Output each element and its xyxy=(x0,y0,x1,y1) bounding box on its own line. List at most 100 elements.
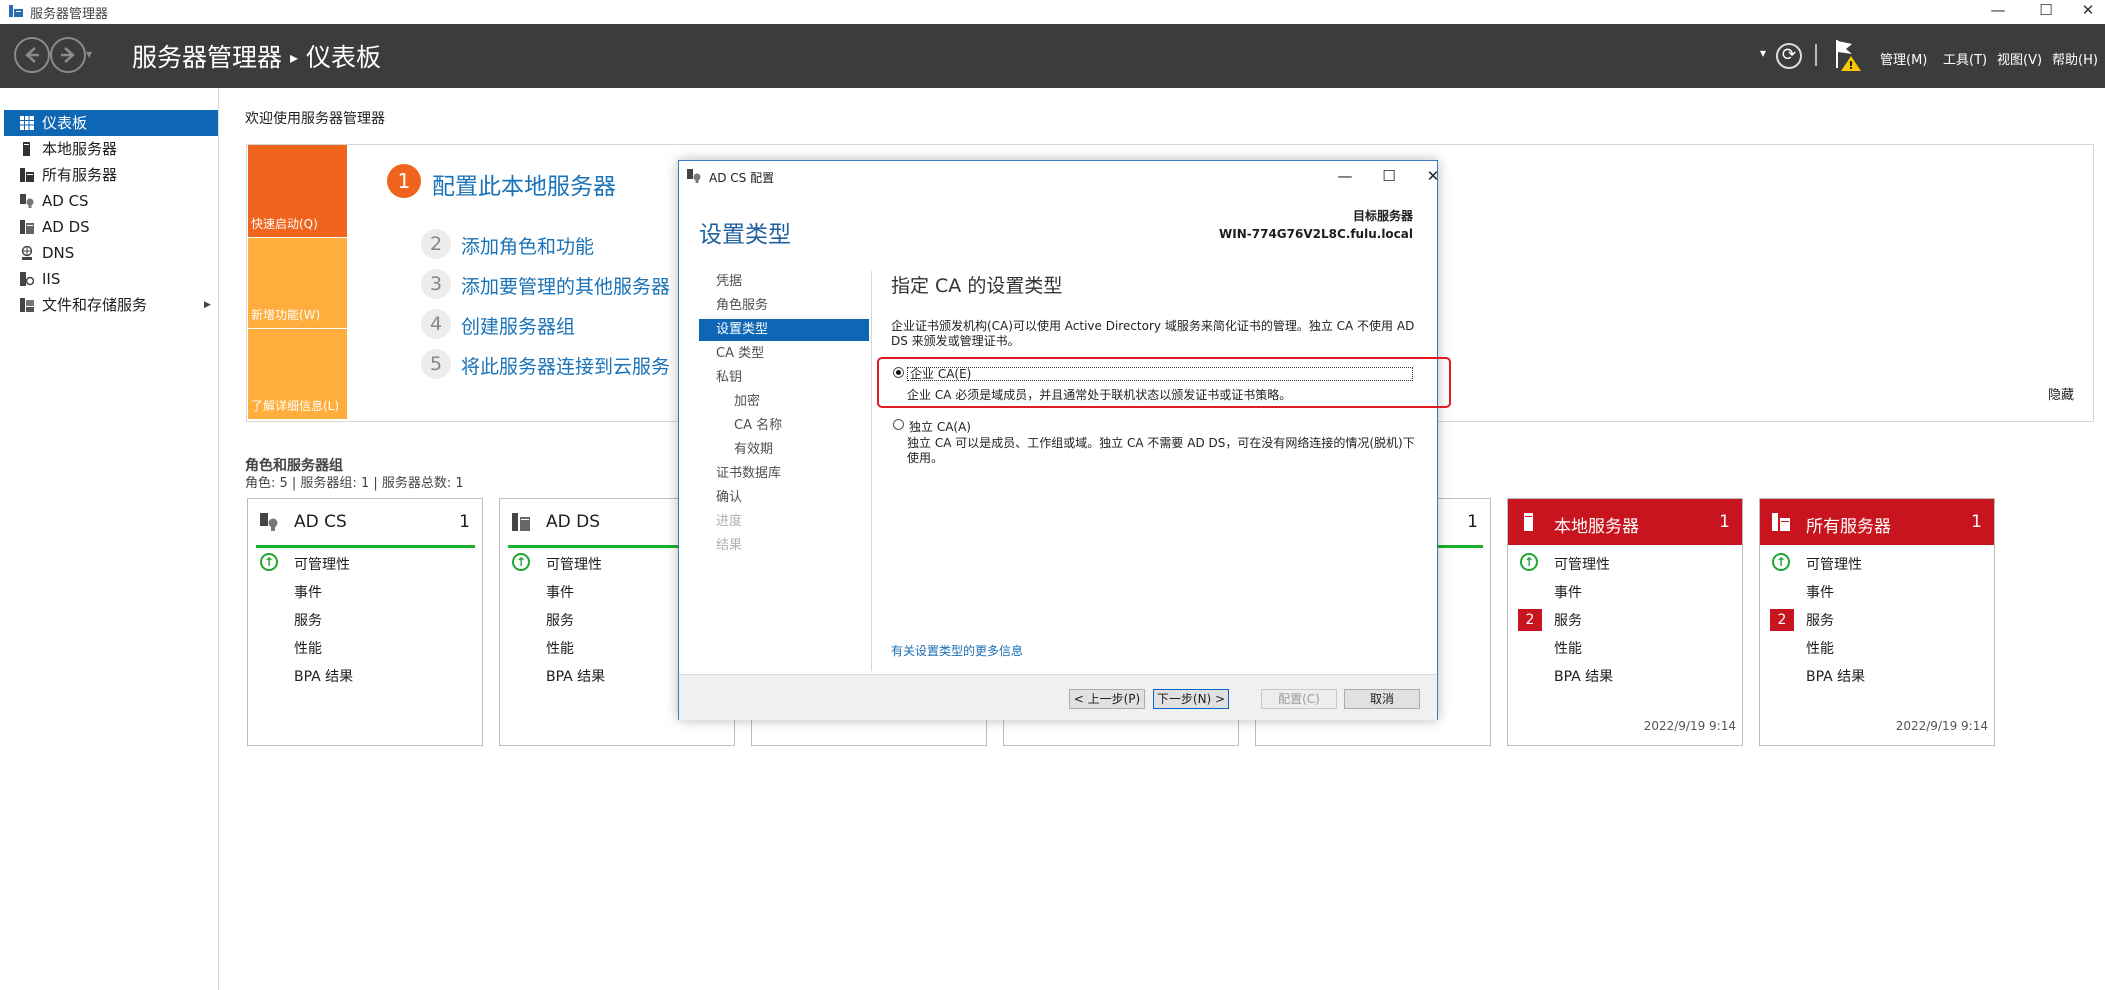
back-button[interactable] xyxy=(14,37,50,73)
row-manageability[interactable]: 可管理性 xyxy=(1806,554,1862,574)
dialog-minimize-button[interactable]: — xyxy=(1325,163,1365,189)
sidebar-item-label: AD CS xyxy=(42,192,89,210)
storage-icon xyxy=(20,298,34,312)
iis-icon xyxy=(20,272,34,286)
more-info-link[interactable]: 有关设置类型的更多信息 xyxy=(891,642,1023,659)
nav-validity-period[interactable]: 有效期 xyxy=(734,439,773,461)
maximize-button[interactable]: ☐ xyxy=(2024,0,2068,22)
section-description: 企业证书颁发机构(CA)可以使用 Active Directory 域服务来简化… xyxy=(891,319,1415,348)
forward-button[interactable] xyxy=(50,37,86,73)
card-adcs[interactable]: AD CS 1 ↑ 可管理性 事件 服务 性能 BPA 结果 xyxy=(247,498,483,746)
nav-private-key[interactable]: 私钥 xyxy=(716,367,742,389)
adds-icon xyxy=(20,220,34,234)
nav-certificate-database[interactable]: 证书数据库 xyxy=(716,463,781,485)
row-events[interactable]: 事件 xyxy=(1554,582,1582,602)
menu-help[interactable]: 帮助(H) xyxy=(2052,49,2098,68)
step-connect-cloud-link[interactable]: 将此服务器连接到云服务 xyxy=(461,352,670,379)
dialog-close-button[interactable]: ✕ xyxy=(1413,163,1453,189)
refresh-button[interactable]: ⟳ xyxy=(1776,43,1802,69)
card-header[interactable]: 所有服务器 1 xyxy=(1760,499,1994,545)
previous-button[interactable]: < 上一步(P) xyxy=(1069,689,1145,709)
dialog-maximize-button[interactable]: ☐ xyxy=(1369,163,1409,189)
sidebar-item-dns[interactable]: DNS xyxy=(4,240,218,266)
nav-role-services[interactable]: 角色服务 xyxy=(716,295,768,317)
row-bpa-results[interactable]: BPA 结果 xyxy=(1806,666,1865,686)
card-title: 本地服务器 xyxy=(1554,517,1639,537)
next-button[interactable]: 下一步(N) > xyxy=(1153,689,1229,709)
card-timestamp: 2022/9/19 9:14 xyxy=(1643,719,1736,733)
alert-count-badge: 2 xyxy=(1518,609,1542,631)
back-arrow-icon xyxy=(25,47,39,63)
step-add-servers-link[interactable]: 添加要管理的其他服务器 xyxy=(461,272,670,299)
status-ok-bar xyxy=(256,545,475,548)
step-configure-local-server-link[interactable]: 配置此本地服务器 xyxy=(432,167,616,201)
row-bpa-results[interactable]: BPA 结果 xyxy=(1554,666,1613,686)
row-manageability[interactable]: 可管理性 xyxy=(1554,554,1610,574)
notifications-flag-button[interactable] xyxy=(1834,38,1864,72)
radio-standalone-ca[interactable] xyxy=(893,419,904,430)
menu-manage[interactable]: 管理(M) xyxy=(1880,49,1927,68)
row-performance[interactable]: 性能 xyxy=(546,638,574,658)
card-header[interactable]: AD CS 1 xyxy=(248,499,482,545)
menu-tools[interactable]: 工具(T) xyxy=(1943,49,1987,68)
nav-ca-type[interactable]: CA 类型 xyxy=(716,343,764,365)
tile-whats-new-label: 新增功能(W) xyxy=(251,308,321,322)
menu-view[interactable]: 视图(V) xyxy=(1997,49,2042,68)
row-bpa-results[interactable]: BPA 结果 xyxy=(546,666,605,686)
tile-learn-more[interactable]: 了解详细信息(L) xyxy=(248,329,347,419)
nav-divider xyxy=(871,271,872,671)
card-count: 1 xyxy=(1719,512,1730,532)
card-count: 1 xyxy=(1467,512,1478,532)
row-manageability[interactable]: 可管理性 xyxy=(294,554,350,574)
step-add-roles-link[interactable]: 添加角色和功能 xyxy=(461,232,594,259)
card-header[interactable]: 本地服务器 1 xyxy=(1508,499,1742,545)
servers-icon xyxy=(20,168,34,182)
row-performance[interactable]: 性能 xyxy=(1554,638,1582,658)
hide-link[interactable]: 隐藏 xyxy=(2048,384,2074,403)
server-icon xyxy=(23,142,30,156)
sidebar-item-adcs[interactable]: AD CS xyxy=(4,188,218,214)
target-server-value: WIN-774G76V2L8C.fulu.local xyxy=(1219,227,1413,241)
row-events[interactable]: 事件 xyxy=(1806,582,1834,602)
row-services[interactable]: 服务 xyxy=(1554,610,1582,630)
nav-confirmation[interactable]: 确认 xyxy=(716,487,742,509)
row-services[interactable]: 服务 xyxy=(1806,610,1834,630)
history-dropdown-icon[interactable]: ▾ xyxy=(86,47,92,61)
close-window-button[interactable]: ✕ xyxy=(2066,0,2105,22)
row-manageability[interactable]: 可管理性 xyxy=(546,554,602,574)
nav-ca-name[interactable]: CA 名称 xyxy=(734,415,782,437)
step-create-group-link[interactable]: 创建服务器组 xyxy=(461,312,575,339)
row-performance[interactable]: 性能 xyxy=(1806,638,1834,658)
card-local-server[interactable]: 本地服务器 1 ↑ 可管理性 事件 2 服务 性能 BPA 结果 2022/9/… xyxy=(1507,498,1743,746)
row-services[interactable]: 服务 xyxy=(294,610,322,630)
up-arrow-ok-icon: ↑ xyxy=(1772,553,1790,571)
cancel-button[interactable]: 取消 xyxy=(1344,689,1420,709)
dialog-footer: < 上一步(P) 下一步(N) > 配置(C) 取消 xyxy=(679,674,1437,720)
nav-credentials[interactable]: 凭据 xyxy=(716,271,742,293)
sidebar-item-all-servers[interactable]: 所有服务器 xyxy=(4,162,218,188)
nav-setup-type[interactable]: 设置类型 xyxy=(699,319,869,341)
breadcrumb-page: 仪表板 xyxy=(306,43,382,72)
row-bpa-results[interactable]: BPA 结果 xyxy=(294,666,353,686)
minimize-button[interactable]: — xyxy=(1976,0,2020,22)
header-dropdown-icon[interactable]: ▾ xyxy=(1760,46,1766,60)
sidebar-item-file-storage[interactable]: 文件和存储服务 ▶ xyxy=(4,292,218,318)
row-services[interactable]: 服务 xyxy=(546,610,574,630)
sidebar-item-adds[interactable]: AD DS xyxy=(4,214,218,240)
row-performance[interactable]: 性能 xyxy=(294,638,322,658)
sidebar-item-local-server[interactable]: 本地服务器 xyxy=(4,136,218,162)
row-events[interactable]: 事件 xyxy=(546,582,574,602)
sidebar-item-dashboard[interactable]: 仪表板 xyxy=(4,110,218,136)
expand-arrow-icon[interactable]: ▶ xyxy=(204,292,211,318)
tile-whats-new[interactable]: 新增功能(W) xyxy=(248,238,347,328)
card-all-servers[interactable]: 所有服务器 1 ↑ 可管理性 事件 2 服务 性能 BPA 结果 2022/9/… xyxy=(1759,498,1995,746)
standalone-ca-label[interactable]: 独立 CA(A) xyxy=(909,418,971,435)
tile-quick-start[interactable]: 快速启动(Q) xyxy=(248,145,347,237)
nav-cryptography[interactable]: 加密 xyxy=(734,391,760,413)
card-title: AD CS xyxy=(294,512,347,532)
breadcrumb-app[interactable]: 服务器管理器 xyxy=(132,43,282,72)
step-4-number: 4 xyxy=(421,309,451,339)
sidebar-item-iis[interactable]: IIS xyxy=(4,266,218,292)
breadcrumb: 服务器管理器 ▸ 仪表板 xyxy=(132,38,381,74)
row-events[interactable]: 事件 xyxy=(294,582,322,602)
